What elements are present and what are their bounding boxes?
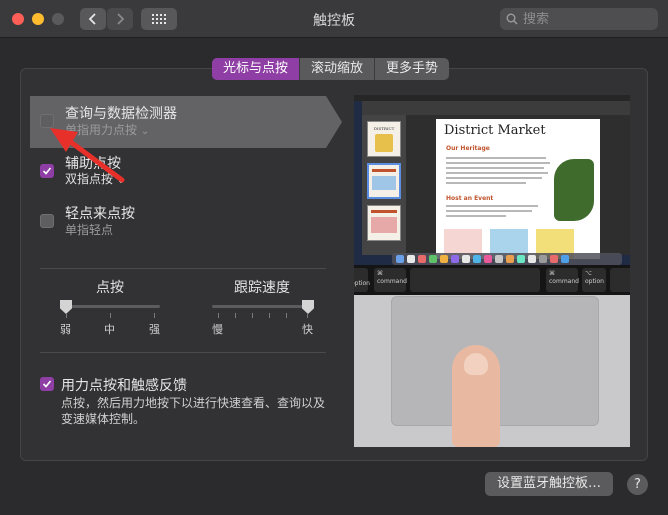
key-command-left: ⌘ command [374, 268, 407, 292]
thumb-label: DISTRICT [373, 126, 395, 131]
divider [40, 268, 326, 269]
key-option-left: option [354, 268, 370, 292]
tracking-label-fast: 快 [302, 323, 313, 336]
key-command-right: ⌘ command [546, 268, 579, 292]
doc-heading: Our Heritage [446, 145, 490, 152]
tick-mark [252, 313, 253, 318]
click-slider-title: 点按 [96, 280, 124, 296]
lookup-gesture-label: 单指用力点按 [65, 123, 138, 137]
tick-mark [269, 313, 270, 318]
chevron-down-icon: ⌄ [116, 175, 126, 186]
lookup-checkbox[interactable] [40, 114, 54, 128]
doc-image-vegetables [554, 159, 594, 221]
key-option-right: ⌥ option [582, 268, 606, 292]
tab-bar: 光标与点按 滚动缩放 更多手势 [212, 58, 450, 80]
click-label-medium: 中 [104, 323, 115, 336]
key-space [410, 268, 540, 292]
force-click-title: 用力点按和触感反馈 [61, 378, 187, 394]
secondary-click-gesture-select[interactable]: 双指点按 ⌄ [65, 170, 125, 187]
selection-pointer [326, 96, 342, 148]
tab-point-click[interactable]: 光标与点按 [212, 58, 301, 80]
tab-more-gestures[interactable]: 更多手势 [375, 58, 449, 80]
setup-bluetooth-trackpad-button[interactable]: 设置蓝牙触控板… [485, 472, 613, 496]
chevron-down-icon: ⌄ [140, 126, 150, 137]
tab-scroll-zoom[interactable]: 滚动缩放 [300, 58, 376, 80]
tick-mark [154, 313, 155, 318]
click-slider-track[interactable] [60, 305, 160, 308]
tap-to-click-subtitle: 单指轻点 [65, 223, 114, 237]
tick-mark [235, 313, 236, 318]
page-thumbnail-selected [367, 163, 401, 199]
gesture-preview: DISTRICT District Market Our Heritage Ho… [354, 95, 630, 447]
click-label-light: 弱 [60, 323, 71, 336]
preview-keyboard: option ⌘command ⌘command ⌥option [354, 265, 630, 295]
thumb-image [375, 134, 393, 152]
divider [40, 352, 326, 353]
search-field[interactable] [500, 8, 658, 30]
lookup-gesture-select[interactable]: 单指用力点按 ⌄ [65, 121, 149, 138]
search-input[interactable] [523, 11, 643, 27]
tick-mark [307, 313, 308, 318]
tick-mark [286, 313, 287, 318]
preview-sidebar: DISTRICT [362, 115, 406, 255]
force-click-checkbox[interactable] [40, 377, 54, 391]
secondary-click-gesture-label: 双指点按 [65, 172, 114, 186]
tap-to-click-title: 轻点来点按 [65, 206, 135, 222]
tracking-slider-title: 跟踪速度 [234, 280, 290, 296]
checkmark-icon [42, 167, 52, 175]
finger-illustration [452, 345, 500, 447]
title-bar: 触控板 [0, 0, 668, 38]
checkmark-icon [42, 380, 52, 388]
preview-dock [392, 253, 622, 265]
force-click-description: 点按，然后用力地按下以进行快速查看、查询以及变速媒体控制。 [61, 396, 326, 426]
tick-mark [110, 313, 111, 318]
tracking-slider-track[interactable] [212, 305, 314, 308]
preview-screen: DISTRICT District Market Our Heritage Ho… [354, 95, 630, 265]
tick-mark [66, 313, 67, 318]
tracking-label-slow: 慢 [212, 323, 223, 336]
search-icon [506, 13, 518, 25]
tap-to-click-checkbox[interactable] [40, 214, 54, 228]
doc-heading: Host an Event [446, 195, 494, 202]
key-arrow [610, 268, 630, 292]
secondary-click-checkbox[interactable] [40, 164, 54, 178]
doc-title: District Market [444, 123, 546, 138]
preview-document: District Market Our Heritage Host an Eve… [436, 119, 600, 259]
lookup-title: 查询与数据检测器 [65, 106, 177, 122]
preview-toolbar [362, 101, 630, 115]
page-thumbnail: DISTRICT [367, 121, 401, 157]
preview-canvas: District Market Our Heritage Host an Eve… [406, 115, 630, 259]
click-label-firm: 强 [149, 323, 160, 336]
tick-mark [218, 313, 219, 318]
help-button[interactable]: ? [627, 474, 648, 495]
page-thumbnail [367, 205, 401, 241]
